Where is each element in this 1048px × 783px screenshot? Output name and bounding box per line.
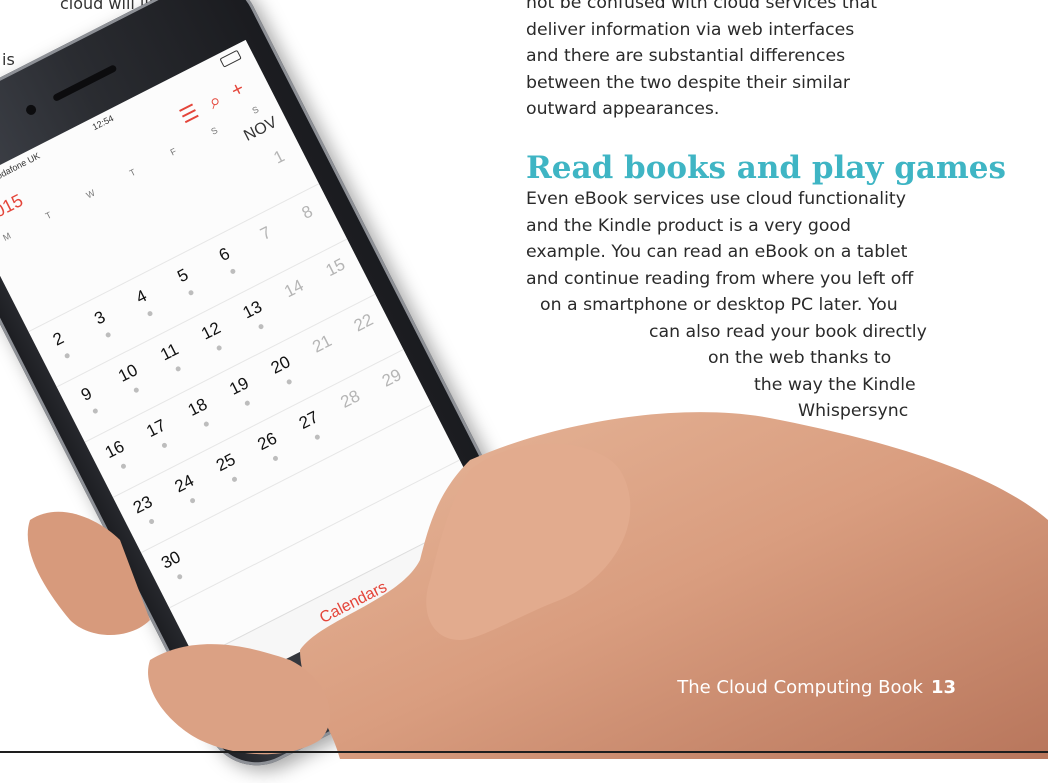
- calendar-day[interactable]: 9: [64, 377, 114, 423]
- event-dot: [216, 344, 223, 352]
- weekday-label: T: [43, 209, 54, 222]
- event-dot: [189, 497, 197, 504]
- calendar-day[interactable]: 24: [162, 466, 212, 512]
- event-dot: [119, 463, 127, 470]
- event-dot: [244, 399, 252, 407]
- calendar-day[interactable]: 12: [189, 313, 239, 359]
- calendar-day[interactable]: 6: [202, 237, 252, 283]
- calendar-day[interactable]: 13: [230, 292, 280, 338]
- event-dot: [176, 573, 183, 581]
- calendar-day[interactable]: 25: [204, 445, 254, 491]
- calendar-day[interactable]: 10: [106, 356, 156, 402]
- calendar-day[interactable]: 7: [244, 216, 289, 252]
- event-dot: [313, 433, 321, 441]
- calendar-day[interactable]: 23: [121, 487, 171, 533]
- calendar-day[interactable]: 22: [341, 305, 386, 341]
- event-dot: [174, 365, 182, 373]
- calendar-day[interactable]: 5: [161, 258, 211, 304]
- event-dot: [229, 267, 237, 275]
- event-dot: [91, 407, 99, 415]
- weekday-label: T: [127, 166, 138, 179]
- calendar-day[interactable]: 4: [119, 279, 169, 325]
- year-label: 2015: [0, 190, 27, 227]
- weekday-label: M: [1, 230, 13, 243]
- calendar-day[interactable]: 30: [149, 542, 199, 588]
- calendar-day[interactable]: 28: [328, 381, 373, 417]
- calendar-day[interactable]: 8: [285, 195, 330, 231]
- book-title: The Cloud Computing Book: [677, 677, 923, 698]
- event-dot: [285, 378, 293, 386]
- page-number: 13: [930, 677, 956, 698]
- weekday-label: W: [84, 187, 97, 201]
- event-dot: [231, 475, 238, 483]
- calendar-day[interactable]: 11: [147, 334, 197, 380]
- calendar-day[interactable]: 3: [78, 300, 128, 346]
- calendar-day[interactable]: 16: [93, 432, 143, 478]
- calendar-day[interactable]: 26: [245, 424, 295, 470]
- calendar-day[interactable]: 21: [300, 326, 345, 362]
- calendar-day[interactable]: 1: [257, 139, 302, 175]
- event-dot: [272, 454, 280, 462]
- calendar-day[interactable]: 20: [258, 347, 308, 393]
- event-dot: [161, 441, 169, 449]
- event-dot: [202, 420, 210, 428]
- event-dot: [63, 352, 71, 360]
- calendar-day[interactable]: 15: [313, 250, 358, 286]
- calendar-day[interactable]: 17: [134, 411, 184, 457]
- event-dot: [133, 386, 140, 394]
- calendar-day[interactable]: 29: [370, 360, 415, 396]
- calendar-day[interactable]: 18: [175, 390, 225, 436]
- event-dot: [146, 310, 154, 317]
- event-dot: [148, 518, 155, 525]
- phone-in-hand-illustration: ●○○○○ vodafone UK 12:54 ‹2015 ☰⌕+ M T W …: [0, 0, 1048, 783]
- calendar-day[interactable]: 27: [287, 403, 337, 449]
- calendar-day[interactable]: 19: [217, 368, 267, 414]
- today-button[interactable]: Today: [212, 646, 258, 681]
- page-footer: The Cloud Computing Book 13: [677, 677, 956, 698]
- event-dot: [257, 323, 265, 330]
- weekday-label: S: [209, 125, 220, 137]
- smartphone: ●○○○○ vodafone UK 12:54 ‹2015 ☰⌕+ M T W …: [0, 0, 564, 783]
- event-dot: [105, 331, 112, 339]
- event-dot: [188, 289, 195, 296]
- calendar-day[interactable]: 2: [36, 321, 86, 367]
- calendar-day[interactable]: 14: [272, 271, 317, 307]
- weekday-label: F: [168, 146, 179, 158]
- bottom-rule: [0, 751, 1048, 753]
